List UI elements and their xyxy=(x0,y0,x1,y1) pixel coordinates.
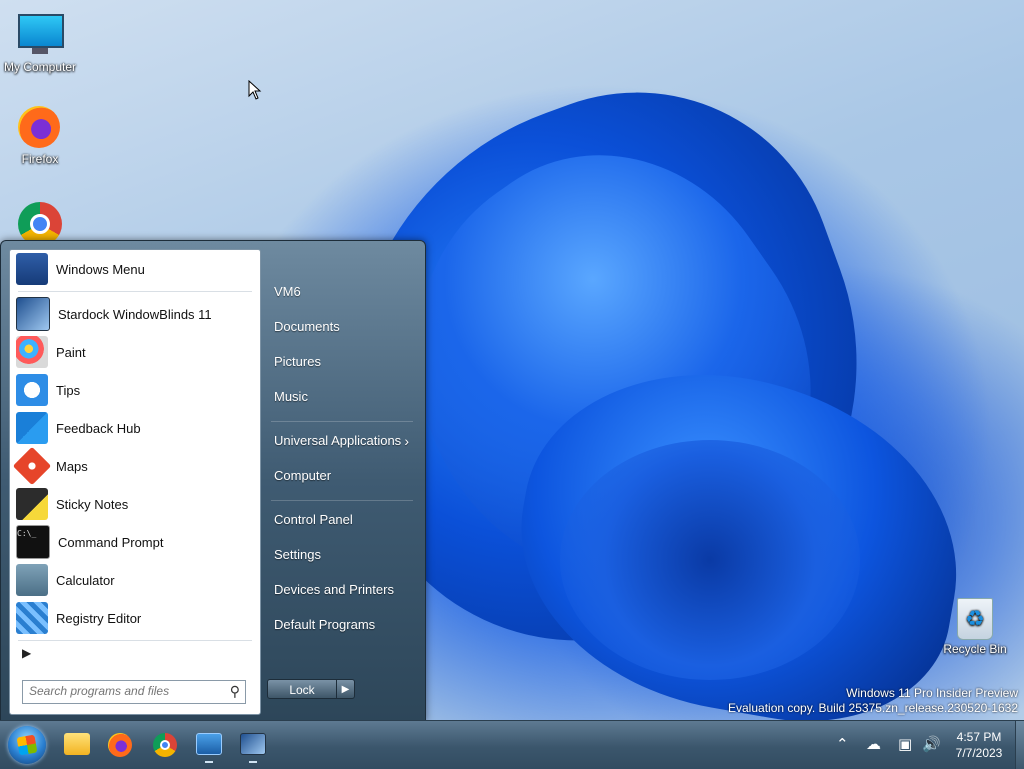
sticky-notes-icon xyxy=(16,488,48,520)
triangle-right-icon: ▶ xyxy=(341,684,350,695)
desktop-icon-label: Recycle Bin xyxy=(943,642,1007,656)
all-programs-button[interactable]: ▶ xyxy=(22,646,31,660)
firefox-icon xyxy=(18,106,60,148)
firefox-taskbar-icon[interactable] xyxy=(108,733,132,757)
desktop-icon-label: My Computer xyxy=(3,60,77,74)
separator xyxy=(271,421,413,422)
show-hidden-icons-chevron-up-icon[interactable]: ⌃ xyxy=(836,735,849,753)
my-computer-icon xyxy=(18,14,64,58)
separator xyxy=(18,640,252,641)
taskbar: ⌃ ☁ ▣ 🔊 4:57 PM 7/7/2023 xyxy=(0,720,1024,769)
lock-button-group: Lock ▶ xyxy=(267,679,355,699)
program-windows-menu[interactable]: Windows Menu xyxy=(10,250,260,288)
program-label: Sticky Notes xyxy=(56,496,129,512)
onedrive-offline-icon[interactable]: ☁ xyxy=(866,735,881,753)
windowblinds-taskbar-icon[interactable] xyxy=(240,733,266,755)
program-label: Tips xyxy=(56,382,81,398)
place-music[interactable]: Music xyxy=(267,384,417,419)
program-windowblinds[interactable]: Stardock WindowBlinds 11 xyxy=(10,295,260,333)
program-label: Calculator xyxy=(56,572,115,588)
program-maps[interactable]: Maps xyxy=(10,446,260,486)
file-explorer-icon[interactable] xyxy=(64,733,90,755)
program-label: Maps xyxy=(56,458,88,474)
desktop-icon-firefox[interactable]: Firefox xyxy=(0,106,80,166)
program-registry-editor[interactable]: Registry Editor xyxy=(10,599,260,637)
place-devices-and-printers[interactable]: Devices and Printers xyxy=(267,577,417,612)
search-icon: ⚲ xyxy=(229,683,240,699)
watermark-line: Windows 11 Pro Insider Preview xyxy=(846,686,1018,700)
running-indicator xyxy=(249,761,257,763)
search-input[interactable] xyxy=(23,681,225,701)
place-control-panel[interactable]: Control Panel xyxy=(267,507,417,542)
wallpaper-petal xyxy=(560,440,860,680)
separator xyxy=(18,291,252,292)
place-universal-applications[interactable]: Universal Applications › xyxy=(267,428,417,463)
show-desktop-button[interactable] xyxy=(1015,721,1024,769)
place-settings[interactable]: Settings xyxy=(267,542,417,577)
place-computer[interactable]: Computer xyxy=(267,463,417,498)
windows-menu-taskbar-icon[interactable] xyxy=(196,733,222,755)
program-calculator[interactable]: Calculator xyxy=(10,561,260,599)
place-pictures[interactable]: Pictures xyxy=(267,349,417,384)
program-label: Command Prompt xyxy=(58,534,164,550)
programs-pane: Windows Menu Stardock WindowBlinds 11 Pa… xyxy=(9,249,261,715)
chrome-taskbar-icon[interactable] xyxy=(153,733,177,757)
place-label: Universal Applications xyxy=(274,433,402,448)
taskbar-clock[interactable]: 4:57 PM 7/7/2023 xyxy=(944,729,1014,761)
start-orb-button[interactable] xyxy=(8,726,46,764)
program-command-prompt[interactable]: C:\_ Command Prompt xyxy=(10,523,260,561)
place-vm6[interactable]: VM6 xyxy=(267,279,417,314)
program-sticky-notes[interactable]: Sticky Notes xyxy=(10,485,260,523)
separator xyxy=(271,500,413,501)
paint-icon xyxy=(16,336,48,368)
program-label: Registry Editor xyxy=(56,610,142,626)
program-label: Windows Menu xyxy=(56,261,145,277)
program-label: Stardock WindowBlinds 11 xyxy=(58,306,212,322)
program-tips[interactable]: Tips xyxy=(10,371,260,409)
build-watermark: Windows 11 Pro Insider Preview Evaluatio… xyxy=(728,686,1018,716)
command-prompt-icon: C:\_ xyxy=(16,525,50,559)
place-documents[interactable]: Documents xyxy=(267,314,417,349)
mouse-cursor-icon xyxy=(248,80,262,100)
calculator-icon xyxy=(16,564,48,596)
places-pane: VM6 Documents Pictures Music Universal A… xyxy=(267,279,417,647)
triangle-right-icon: ▶ xyxy=(22,646,32,660)
power-options-button[interactable]: ▶ xyxy=(337,679,355,699)
watermark-line: Evaluation copy. Build 25375.zn_release.… xyxy=(728,701,1018,715)
search-box[interactable]: ⚲ xyxy=(22,680,246,704)
running-indicator xyxy=(205,761,213,763)
clock-time: 4:57 PM xyxy=(956,730,1002,744)
feedback-hub-icon xyxy=(16,412,48,444)
windowblinds-icon xyxy=(16,297,50,331)
program-paint[interactable]: Paint xyxy=(10,333,260,371)
program-feedback-hub[interactable]: Feedback Hub xyxy=(10,409,260,447)
network-icon[interactable]: ▣ xyxy=(898,735,912,753)
windows-menu-icon xyxy=(16,253,48,285)
lock-button[interactable]: Lock xyxy=(267,679,337,699)
tips-icon xyxy=(16,374,48,406)
start-menu: Windows Menu Stardock WindowBlinds 11 Pa… xyxy=(0,240,426,722)
registry-editor-icon xyxy=(16,602,48,634)
volume-icon[interactable]: 🔊 xyxy=(922,735,941,753)
chevron-right-icon: › xyxy=(404,433,409,449)
program-label: Paint xyxy=(56,344,86,360)
desktop-icon-my-computer[interactable]: My Computer xyxy=(0,10,80,74)
program-label: Feedback Hub xyxy=(56,420,141,436)
recycle-bin-icon: ♻ xyxy=(957,598,993,640)
desktop-icon-label: Firefox xyxy=(21,152,59,166)
clock-date: 7/7/2023 xyxy=(955,746,1003,760)
desktop-icon-recycle-bin[interactable]: ♻ Recycle Bin xyxy=(935,598,1015,656)
maps-icon xyxy=(12,446,52,486)
place-default-programs[interactable]: Default Programs xyxy=(267,612,417,647)
